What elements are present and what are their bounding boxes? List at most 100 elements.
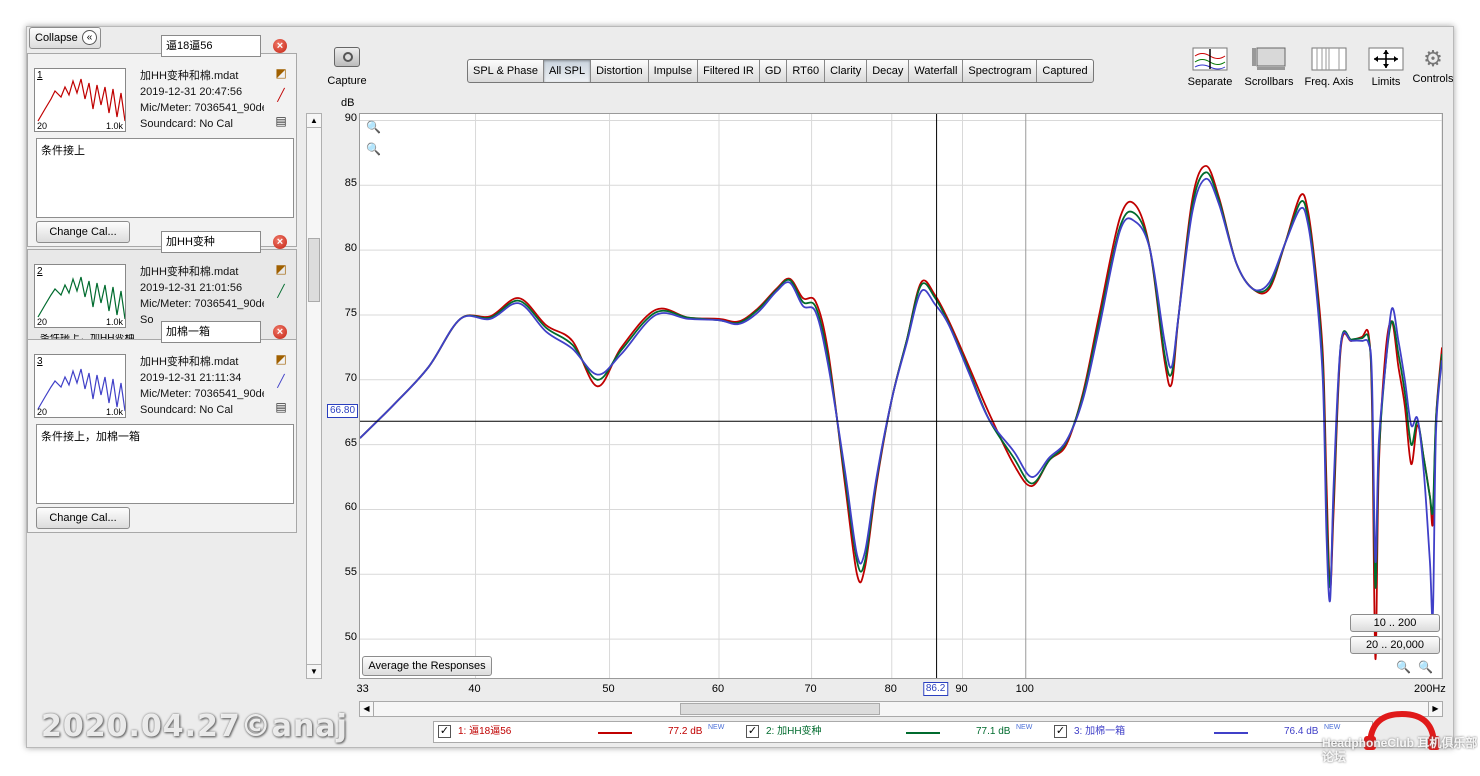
measurement-list-scrollbar[interactable]: ▲ ▼ [306,113,322,679]
collapse-button[interactable]: Collapse « [29,27,101,49]
legend-item-2[interactable]: ✓ 2: 加HH变种 77.1 dB NEW [746,722,1051,742]
average-responses-button[interactable]: Average the Responses [362,656,492,676]
tab-all-spl[interactable]: All SPL [544,60,592,82]
tab-impulse[interactable]: Impulse [649,60,699,82]
measurement-date: 2019-12-31 20:47:56 [140,86,243,98]
info-sheet-icon[interactable]: ▤ [274,400,288,414]
line-color-icon[interactable]: ╱ [274,374,288,388]
spl-chart[interactable] [360,114,1442,678]
legend-line [598,732,632,734]
scroll-left-arrow[interactable]: ◀ [360,702,374,716]
y-axis: 50 55 60 65 70 75 80 85 90 [327,112,357,679]
legend-item-3[interactable]: ✓ 3: 加棉一箱 76.4 dB NEW [1054,722,1359,742]
date-watermark: 2020.04.27©anaj [41,709,348,744]
forum-logo: HeadphoneClub 耳机俱乐部论坛 [1318,710,1478,774]
legend-item-1[interactable]: ✓ 1: 逼18逼56 77.2 dB NEW [438,722,743,742]
scroll-up-arrow[interactable]: ▲ [307,114,321,128]
capture-label: Capture [327,75,367,87]
measurement-filename: 加HH变种和棉.mdat [140,70,239,82]
delete-measurement-icon[interactable]: × [273,325,287,339]
freq-axis-button[interactable]: Freq. Axis [1301,47,1357,88]
zoom-out-x-icon[interactable]: 🔍 [1418,660,1433,674]
limits-icon [1368,47,1404,71]
limits-label: Limits [1371,76,1401,88]
series-line-3 [360,177,1442,620]
x-tick-label: 200Hz [1413,683,1446,695]
y-tick-label: 65 [344,436,357,449]
measurement-mic: Mic/Meter: 7036541_90deg [140,102,264,114]
tab-spectrogram[interactable]: Spectrogram [963,60,1038,82]
line-color-icon[interactable]: ╱ [274,284,288,298]
scroll-thumb[interactable] [680,703,880,715]
line-color-icon[interactable]: ╱ [274,88,288,102]
scroll-down-arrow[interactable]: ▼ [307,664,321,678]
measurement-name-field[interactable]: 加HH变种 [161,231,261,253]
thumbnail-max-freq: 1.0k [105,407,123,417]
legend-checkbox[interactable]: ✓ [1054,725,1067,738]
measurement-card-3[interactable]: 3 20 1.0k 加HH变种和棉.mdat 2019-12-31 21:11:… [27,339,297,533]
legend-value: 76.4 dB [1284,726,1319,737]
measurement-thumbnail-1[interactable]: 1 20 1.0k [34,68,126,132]
measurement-thumbnail-2[interactable]: 2 20 1.0k [34,264,126,328]
measurement-notes[interactable]: 条件接上 [36,138,294,218]
tab-filtered-ir[interactable]: Filtered IR [698,60,760,82]
zoom-out-y-icon[interactable]: 🔍 [366,142,381,156]
tab-spl-phase[interactable]: SPL & Phase [468,60,545,82]
measurement-notes[interactable]: 条件接上，加棉一箱 [36,424,294,504]
tab-rt60[interactable]: RT60 [787,60,826,82]
legend-badge: NEW [1016,724,1033,731]
y-tick-label: 50 [344,631,357,644]
y-tick-label: 75 [344,306,357,319]
range-20-20000-button[interactable]: 20 .. 20,000 [1350,636,1440,654]
cursor-y-readout: 66.80 [327,404,358,418]
edit-graph-icon[interactable]: ◩ [274,66,288,80]
y-tick-label: 55 [344,566,357,579]
tab-gd[interactable]: GD [760,60,788,82]
scrollbars-label: Scrollbars [1244,76,1294,88]
y-tick-label: 90 [344,112,357,125]
scrollbars-button[interactable]: Scrollbars [1241,47,1297,88]
legend-line [906,732,940,734]
forum-logo-text: HeadphoneClub 耳机俱乐部论坛 [1322,736,1478,764]
measurement-name-field[interactable]: 加棉一箱 [161,321,261,343]
controls-button[interactable]: ⚙ Controls [1411,47,1454,86]
tab-captured[interactable]: Captured [1037,60,1092,82]
delete-measurement-icon[interactable]: × [273,235,287,249]
separate-label: Separate [1187,76,1233,88]
thumbnail-min-freq: 20 [37,317,48,327]
measurement-date: 2019-12-31 21:11:34 [140,372,242,384]
measurement-card-1[interactable]: 1 20 1.0k 加HH变种和棉.mdat 2019-12-31 20:47:… [27,53,297,247]
x-tick-label: 40 [468,683,481,695]
measurement-filename: 加HH变种和棉.mdat [140,266,239,278]
measurement-thumbnail-3[interactable]: 3 20 1.0k [34,354,126,418]
info-sheet-icon[interactable]: ▤ [274,114,288,128]
x-tick-label: 80 [884,683,897,695]
thumbnail-max-freq: 1.0k [105,317,123,327]
edit-graph-icon[interactable]: ◩ [274,352,288,366]
controls-label: Controls [1412,73,1454,85]
capture-button[interactable]: Capture [325,47,369,87]
graph-area[interactable]: 🔍 🔍 Average the Responses 10 .. 200 20 .… [359,113,1443,679]
delete-measurement-icon[interactable]: × [273,39,287,53]
y-axis-unit: dB [341,97,355,109]
range-10-200-button[interactable]: 10 .. 200 [1350,614,1440,632]
scroll-thumb[interactable] [308,238,320,302]
tab-decay[interactable]: Decay [867,60,910,82]
tab-waterfall[interactable]: Waterfall [909,60,964,82]
legend-value: 77.1 dB [976,726,1011,737]
horizontal-scrollbar[interactable]: ◀ ▶ [359,701,1443,717]
series-line-1 [360,164,1442,660]
limits-button[interactable]: Limits [1361,47,1411,88]
change-cal-button[interactable]: Change Cal... [36,221,130,243]
zoom-in-y-icon[interactable]: 🔍 [366,120,381,134]
edit-graph-icon[interactable]: ◩ [274,262,288,276]
measurement-name-field[interactable]: 逼18逼56 [161,35,261,57]
legend-line [1214,732,1248,734]
tab-clarity[interactable]: Clarity [825,60,868,82]
tab-distortion[interactable]: Distortion [591,60,649,82]
change-cal-button[interactable]: Change Cal... [36,507,130,529]
legend-checkbox[interactable]: ✓ [746,725,759,738]
separate-button[interactable]: Separate [1183,47,1237,88]
legend-checkbox[interactable]: ✓ [438,725,451,738]
zoom-in-x-icon[interactable]: 🔍 [1396,660,1411,674]
